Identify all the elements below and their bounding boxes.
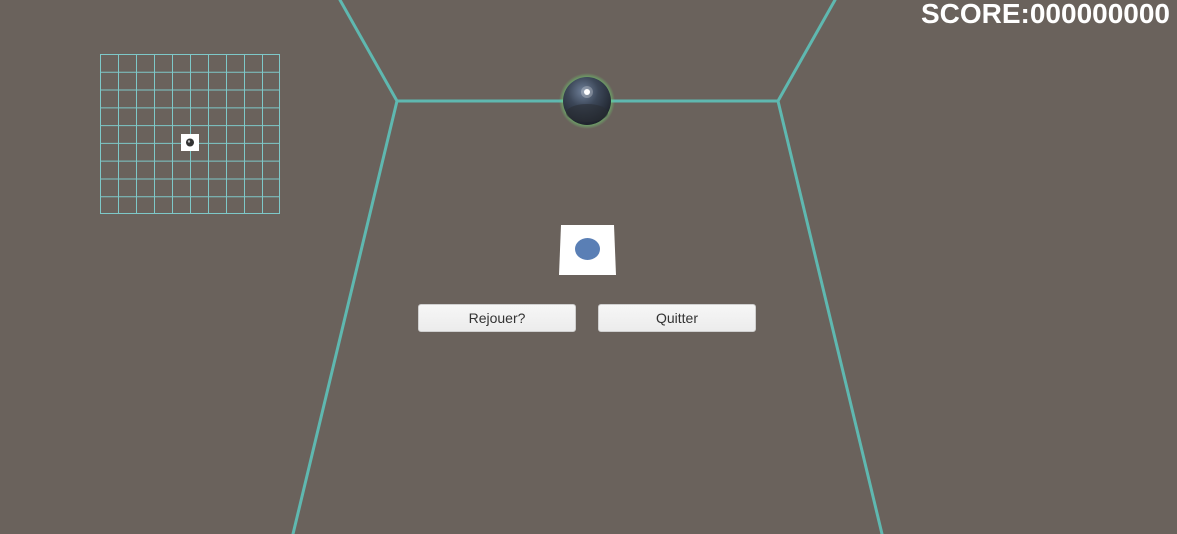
replay-button[interactable]: Rejouer?: [418, 304, 576, 332]
score-display: SCORE:000000000: [920, 0, 1170, 29]
wall-edge-top-left: [338, 0, 399, 103]
wall-edge-top-right: [776, 0, 837, 103]
minimap: [100, 54, 280, 214]
quit-button[interactable]: Quitter: [598, 304, 756, 332]
blue-circle-target-icon: [575, 238, 600, 260]
player-ball: [559, 73, 615, 129]
wall-edge-bottom-right: [776, 99, 884, 534]
player-marker-icon: [181, 134, 199, 151]
wall-edge-bottom-left: [291, 99, 399, 534]
target-card: [559, 225, 616, 275]
